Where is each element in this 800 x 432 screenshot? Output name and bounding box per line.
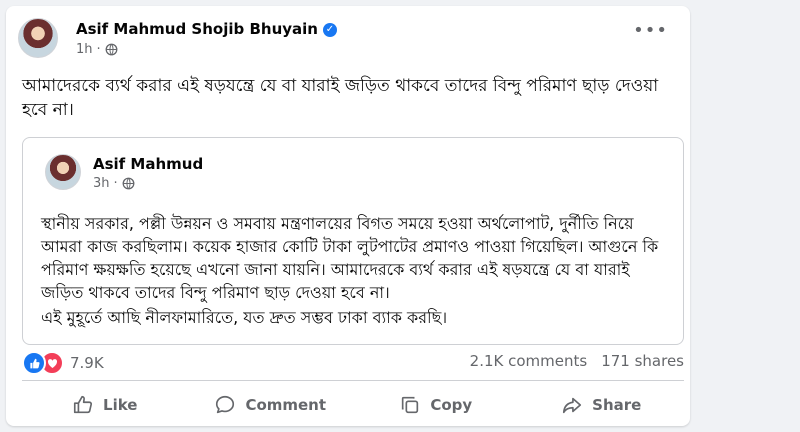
shared-post-timestamp[interactable]: 3h: [93, 176, 110, 191]
post-text: আমাদেরকে ব্যর্থ করার এই ষড়যন্ত্রে যে বা…: [22, 76, 659, 120]
comment-button[interactable]: Comment: [188, 385, 354, 425]
share-count[interactable]: 171 shares: [601, 352, 684, 370]
shared-author-avatar[interactable]: [45, 154, 81, 190]
shared-post-meta: 3h ·: [93, 176, 135, 191]
globe-icon: [122, 177, 135, 190]
verified-badge-icon: ✓: [322, 22, 337, 37]
like-icon: [22, 351, 46, 375]
engagement-counts: 2.1K comments 171 shares: [470, 352, 684, 370]
share-icon: [561, 394, 583, 416]
copy-button[interactable]: Copy: [353, 385, 519, 425]
shared-post-paragraph-1: স্থানীয় সরকার, পল্লী উন্নয়ন ও সমবায় ম…: [41, 214, 659, 302]
copy-link-icon: [399, 394, 421, 416]
reaction-count[interactable]: 7.9K: [70, 354, 104, 372]
action-bar: Like Comment Copy Share: [22, 385, 684, 425]
share-label: Share: [592, 396, 642, 414]
comment-label: Comment: [245, 396, 327, 414]
thumbs-up-icon: [72, 394, 94, 416]
post-card: Asif Mahmud Shojib Bhuyain✓ 1h · ••• ✕ আ…: [6, 6, 690, 426]
post-author-row: Asif Mahmud Shojib Bhuyain ✓: [76, 20, 337, 38]
share-button[interactable]: Share: [519, 385, 685, 425]
shared-post-author[interactable]: Asif Mahmud: [93, 155, 203, 173]
comment-count[interactable]: 2.1K comments: [470, 352, 588, 370]
like-button[interactable]: Like: [22, 385, 188, 425]
author-avatar[interactable]: [18, 18, 58, 58]
shared-post-paragraph-2: এই মুহূর্তে আছি নীলফামারিতে, যত দ্রুত সম…: [41, 308, 448, 327]
globe-icon: [105, 43, 118, 56]
divider: [22, 380, 684, 381]
post-meta: 1h ·: [76, 42, 118, 57]
shared-post[interactable]: Asif Mahmud 3h · স্থানীয় সরকার, পল্লী উ…: [22, 137, 684, 345]
like-label: Like: [103, 396, 138, 414]
more-options-icon[interactable]: •••: [633, 20, 668, 41]
post-author-name[interactable]: Asif Mahmud Shojib Bhuyain: [76, 20, 318, 38]
post-stats: 7.9K 2.1K comments 171 shares: [22, 350, 684, 375]
post-timestamp[interactable]: 1h: [76, 42, 93, 57]
reaction-summary[interactable]: 7.9K: [22, 351, 104, 375]
comment-icon: [214, 394, 236, 416]
copy-label: Copy: [430, 396, 473, 414]
